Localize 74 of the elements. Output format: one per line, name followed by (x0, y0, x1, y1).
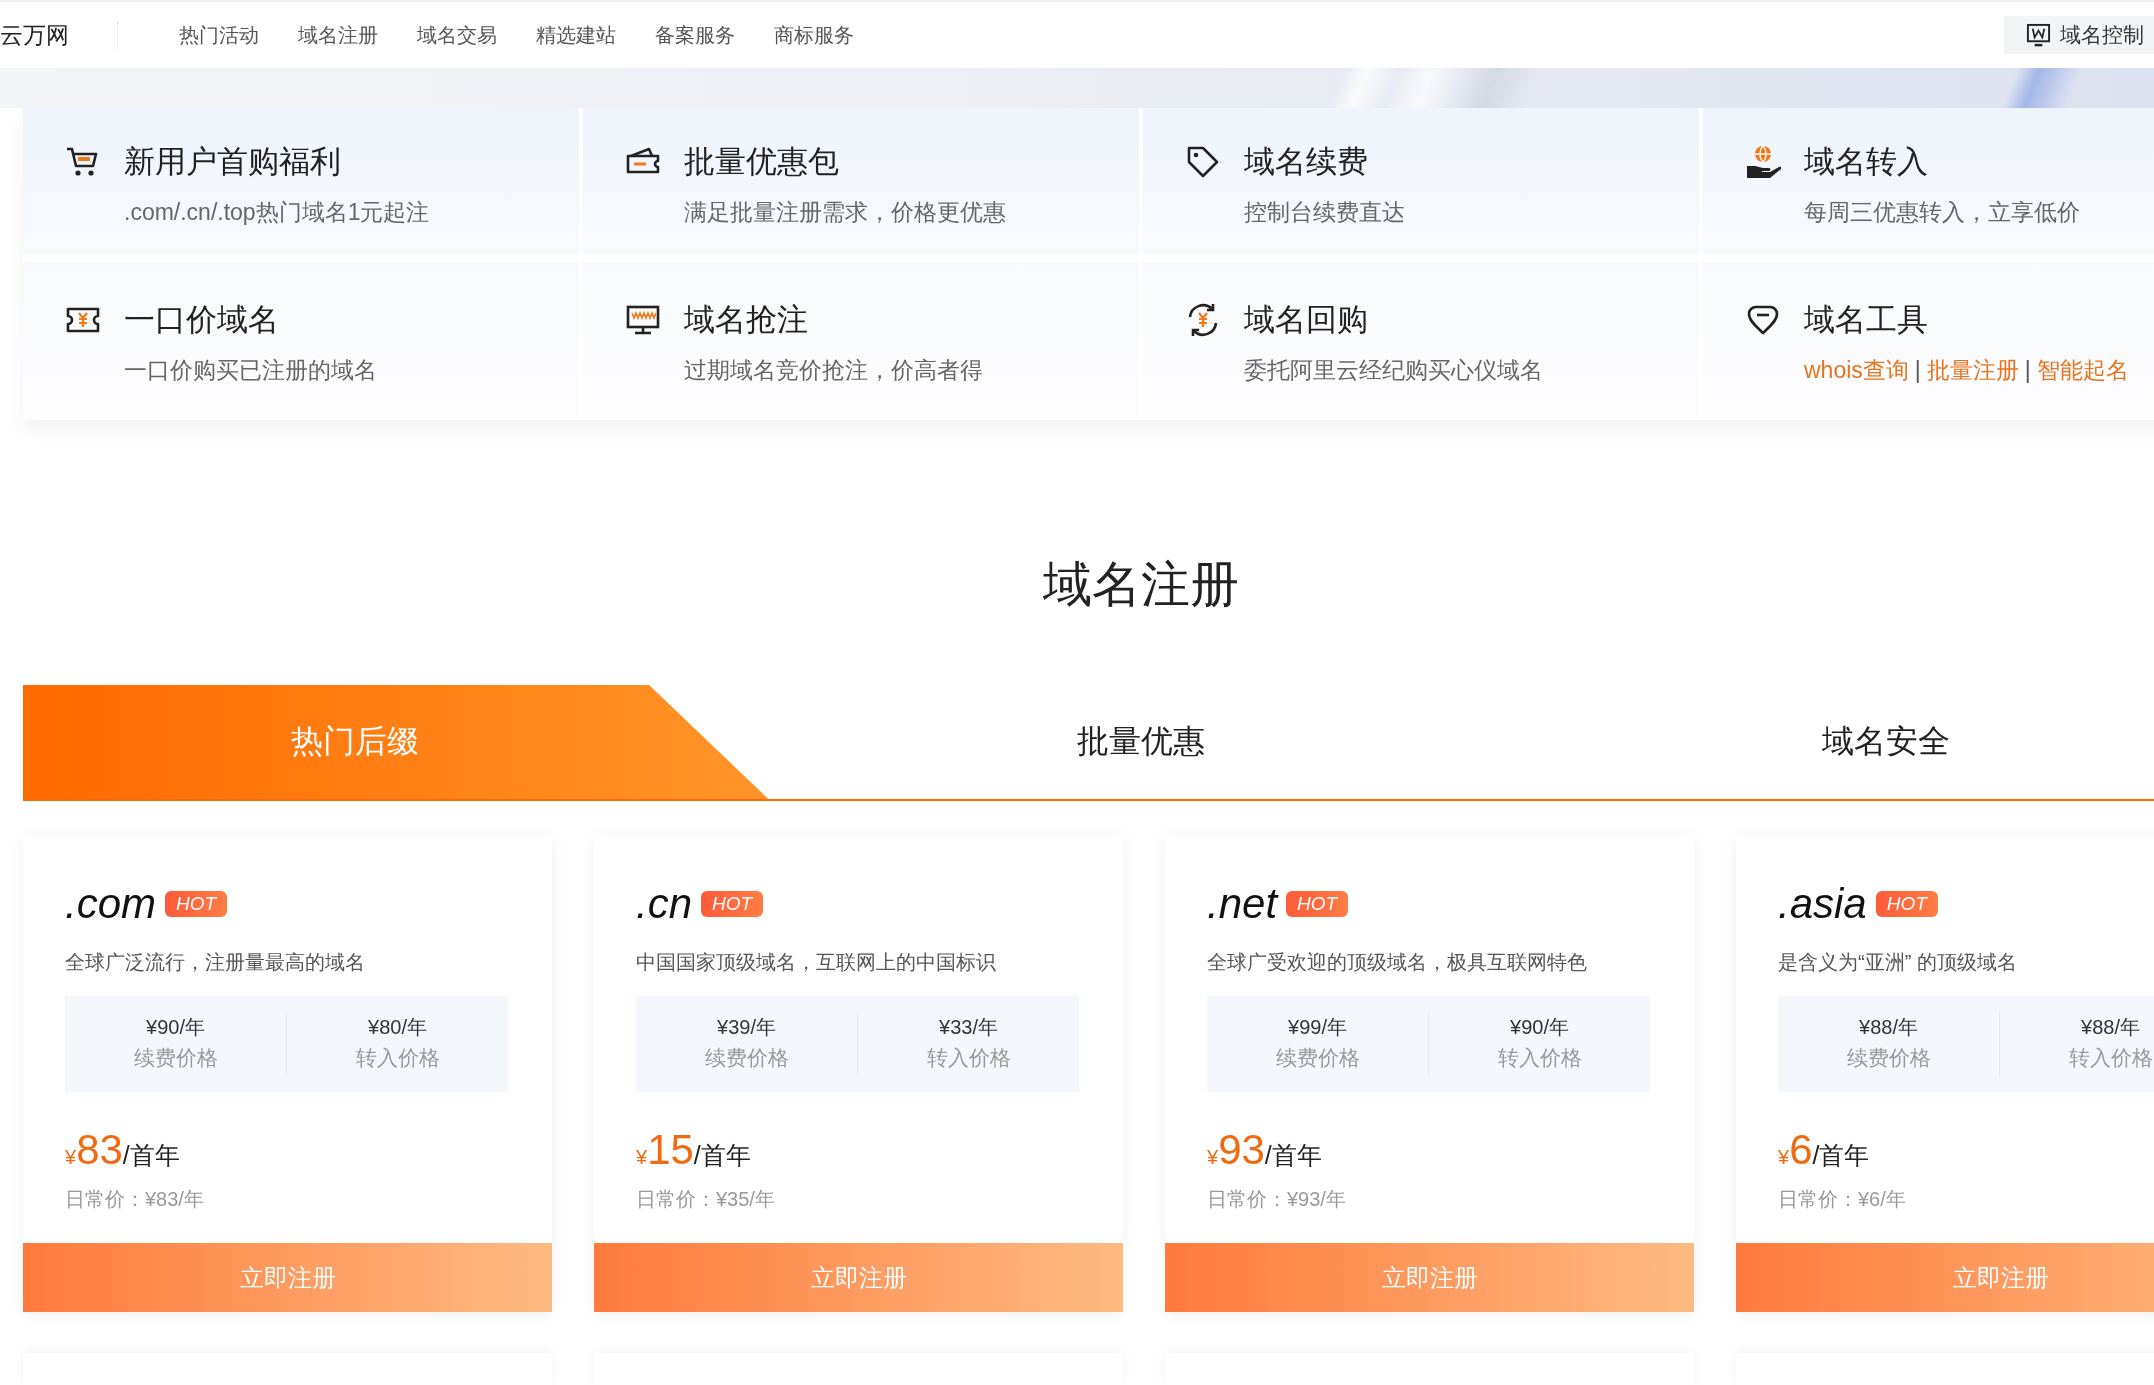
service-card[interactable]: 域名回购 委托阿里云经纪购买心仪域名 (1143, 262, 1699, 420)
hot-badge: HOT (165, 891, 228, 917)
service-title: 域名转入 (1804, 143, 1928, 181)
price-amount: ¥90/年 (146, 1015, 205, 1040)
service-card[interactable]: 批量优惠包 满足批量注册需求，价格更优惠 (583, 108, 1139, 254)
service-card[interactable]: 域名抢注 过期域名竞价抢注，价高者得 (583, 262, 1139, 420)
nav-link[interactable]: 域名注册 (298, 21, 378, 49)
nav-link[interactable]: 热门活动 (179, 21, 259, 49)
price-label: 转入价格 (355, 1045, 440, 1071)
hot-badge: HOT (701, 891, 764, 917)
regular-price: 日常价：¥93/年 (1207, 1187, 1346, 1212)
service-title: 域名回购 (1244, 301, 1368, 339)
first-year-price: ¥83/首年 (65, 1125, 180, 1175)
price-label: 转入价格 (926, 1045, 1011, 1071)
service-title: 一口价域名 (124, 301, 279, 339)
tag-icon (1185, 144, 1221, 180)
hot-badge: HOT (1875, 891, 1938, 917)
service-description: 满足批量注册需求，价格更优惠 (684, 198, 1006, 227)
price-amount: ¥99/年 (1288, 1015, 1347, 1040)
service-description: 每周三优惠转入，立享低价 (1804, 198, 2080, 227)
service-description: 一口价购买已注册的域名 (124, 356, 377, 385)
domain-description: 中国国家顶级域名，互联网上的中国标识 (636, 950, 996, 975)
price-amount: ¥33/年 (939, 1015, 998, 1040)
price-label: 转入价格 (2068, 1045, 2153, 1071)
tab[interactable]: 批量优惠 (768, 685, 1514, 799)
regular-price: 日常价：¥35/年 (636, 1187, 775, 1212)
service-description: 控制台续费直达 (1244, 198, 1405, 227)
domain-suffix: .net (1207, 879, 1278, 929)
domain-description: 是含义为“亚洲” 的顶级域名 (1778, 950, 2017, 975)
service-card[interactable]: 域名转入 每周三优惠转入，立享低价 (1703, 108, 2154, 254)
first-year-price: ¥93/首年 (1207, 1125, 1322, 1175)
domain-suffix: .asia (1778, 879, 1867, 929)
service-title: 域名续费 (1244, 143, 1368, 181)
service-title: 批量优惠包 (684, 143, 839, 181)
service-description: 委托阿里云经纪购买心仪域名 (1244, 356, 1543, 385)
service-title: 域名工具 (1804, 301, 1928, 339)
nav-link[interactable]: 精选建站 (536, 21, 616, 49)
hot-badge: HOT (1286, 891, 1349, 917)
separator: | (2024, 356, 2031, 385)
nav-link[interactable]: 域名交易 (417, 21, 497, 49)
domain-description: 全球广泛流行，注册量最高的域名 (65, 950, 365, 975)
service-title: 域名抢注 (684, 301, 808, 339)
first-year-price: ¥6/首年 (1778, 1125, 1870, 1175)
tab[interactable]: 域名安全 (1513, 685, 2154, 799)
section-title: 域名注册 (1043, 556, 1239, 613)
separator: | (1914, 356, 1921, 385)
domain-suffix: .cn (636, 879, 693, 929)
regular-price: 日常价：¥83/年 (65, 1187, 204, 1212)
price-amount: ¥39/年 (717, 1015, 776, 1040)
price-label: 转入价格 (1497, 1045, 1582, 1071)
service-card[interactable]: 一口价域名 一口价购买已注册的域名 (23, 262, 579, 420)
service-description: 过期域名竞价抢注，价高者得 (684, 356, 983, 385)
site-logo[interactable]: 云万网 (0, 19, 69, 51)
console-icon (2026, 22, 2051, 48)
domain-description: 全球广受欢迎的顶级域名，极具互联网特色 (1207, 950, 1587, 975)
price-amount: ¥88/年 (2081, 1015, 2140, 1040)
price-amount: ¥88/年 (1859, 1015, 1918, 1040)
service-card[interactable]: 新用户首购福利 .com/.cn/.top热门域名1元起注 (23, 108, 579, 254)
domain-suffix: .com (65, 879, 156, 929)
nav-link[interactable]: 备案服务 (655, 21, 735, 49)
first-year-price: ¥15/首年 (636, 1125, 751, 1175)
console-button[interactable]: 域名控制 (2004, 16, 2154, 54)
price-label: 续费价格 (1275, 1045, 1360, 1071)
price-amount: ¥80/年 (368, 1015, 427, 1040)
regular-price: 日常价：¥6/年 (1778, 1187, 1906, 1212)
price-amount: ¥90/年 (1510, 1015, 1569, 1040)
service-card[interactable]: 域名续费 控制台续费直达 (1143, 108, 1699, 254)
service-description: .com/.cn/.top热门域名1元起注 (124, 198, 430, 227)
nav-link[interactable]: 商标服务 (774, 21, 854, 49)
price-label: 续费价格 (133, 1045, 218, 1071)
price-label: 续费价格 (1846, 1045, 1931, 1071)
price-label: 续费价格 (704, 1045, 789, 1071)
service-title: 新用户首购福利 (124, 143, 341, 181)
globe-hand-icon (1745, 144, 1781, 180)
